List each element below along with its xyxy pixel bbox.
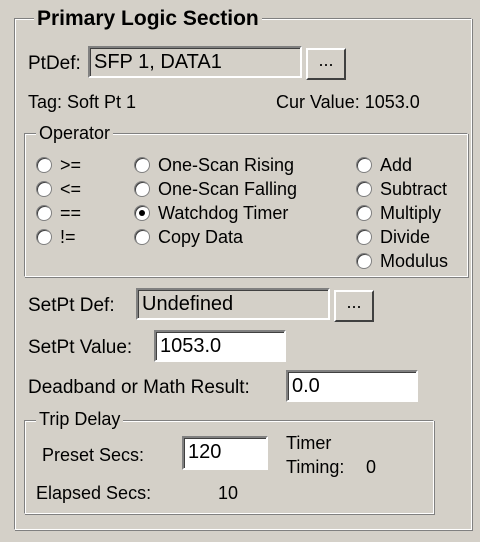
radio-label: != [60, 227, 76, 247]
radio-watchdog-timer[interactable]: Watchdog Timer [134, 204, 288, 222]
ptdef-field[interactable]: SFP 1, DATA1 [88, 46, 302, 78]
radio-label: == [60, 203, 82, 223]
radio-lte[interactable]: <= [36, 180, 81, 198]
radio-button[interactable] [356, 229, 372, 245]
radio-button[interactable] [36, 229, 52, 245]
elapsed-secs-label: Elapsed Secs: [36, 483, 152, 503]
radio-label: Watchdog Timer [158, 203, 289, 223]
setpt-def-browse-button[interactable]: ... [334, 290, 374, 322]
radio-divide[interactable]: Divide [356, 228, 430, 246]
ptdef-label: PtDef: [28, 53, 81, 74]
radio-button-selected[interactable] [134, 205, 150, 221]
radio-button[interactable] [36, 157, 52, 173]
radio-button[interactable] [356, 157, 372, 173]
radio-label: One-Scan Rising [158, 155, 295, 175]
timer-label: Timer [286, 433, 332, 453]
timing-value: 0 [366, 457, 377, 477]
radio-one-scan-rising[interactable]: One-Scan Rising [134, 156, 294, 174]
trip-delay-title: Trip Delay [36, 410, 124, 428]
setpt-value-input[interactable]: 1053.0 [154, 330, 286, 362]
radio-label: Subtract [380, 179, 448, 199]
setpt-def-label: SetPt Def: [28, 295, 115, 316]
radio-label: Modulus [380, 251, 449, 271]
timing-label: Timing: [286, 457, 345, 477]
radio-label: Add [380, 155, 413, 175]
radio-label: <= [60, 179, 82, 199]
radio-label: Multiply [380, 203, 442, 223]
deadband-input[interactable]: 0.0 [286, 370, 418, 402]
radio-button[interactable] [36, 205, 52, 221]
radio-gte[interactable]: >= [36, 156, 81, 174]
radio-multiply[interactable]: Multiply [356, 204, 441, 222]
radio-modulus[interactable]: Modulus [356, 252, 448, 270]
elapsed-secs-value: 10 [218, 483, 239, 503]
radio-label: Copy Data [158, 227, 244, 247]
preset-secs-label: Preset Secs: [42, 445, 145, 465]
operator-title: Operator [36, 124, 114, 142]
radio-subtract[interactable]: Subtract [356, 180, 447, 198]
radio-button[interactable] [356, 205, 372, 221]
radio-button[interactable] [356, 253, 372, 269]
primary-logic-title: Primary Logic Section [34, 8, 262, 29]
radio-label: >= [60, 155, 82, 175]
radio-one-scan-falling[interactable]: One-Scan Falling [134, 180, 297, 198]
radio-label: One-Scan Falling [158, 179, 298, 199]
radio-eq[interactable]: == [36, 204, 81, 222]
deadband-label: Deadband or Math Result: [28, 377, 250, 398]
preset-secs-input[interactable]: 120 [182, 436, 268, 470]
radio-copy-data[interactable]: Copy Data [134, 228, 243, 246]
radio-add[interactable]: Add [356, 156, 412, 174]
radio-button[interactable] [134, 229, 150, 245]
radio-button[interactable] [134, 181, 150, 197]
radio-button[interactable] [36, 181, 52, 197]
tag-text: Tag: Soft Pt 1 [28, 92, 137, 112]
radio-label: Divide [380, 227, 431, 247]
cur-value-text: Cur Value: 1053.0 [276, 92, 420, 112]
setpt-def-field[interactable]: Undefined [136, 288, 330, 320]
radio-button[interactable] [356, 181, 372, 197]
setpt-value-label: SetPt Value: [28, 337, 133, 358]
radio-button[interactable] [134, 157, 150, 173]
ptdef-browse-button[interactable]: ... [306, 48, 346, 80]
radio-neq[interactable]: != [36, 228, 76, 246]
radio-selected-dot [139, 210, 145, 216]
